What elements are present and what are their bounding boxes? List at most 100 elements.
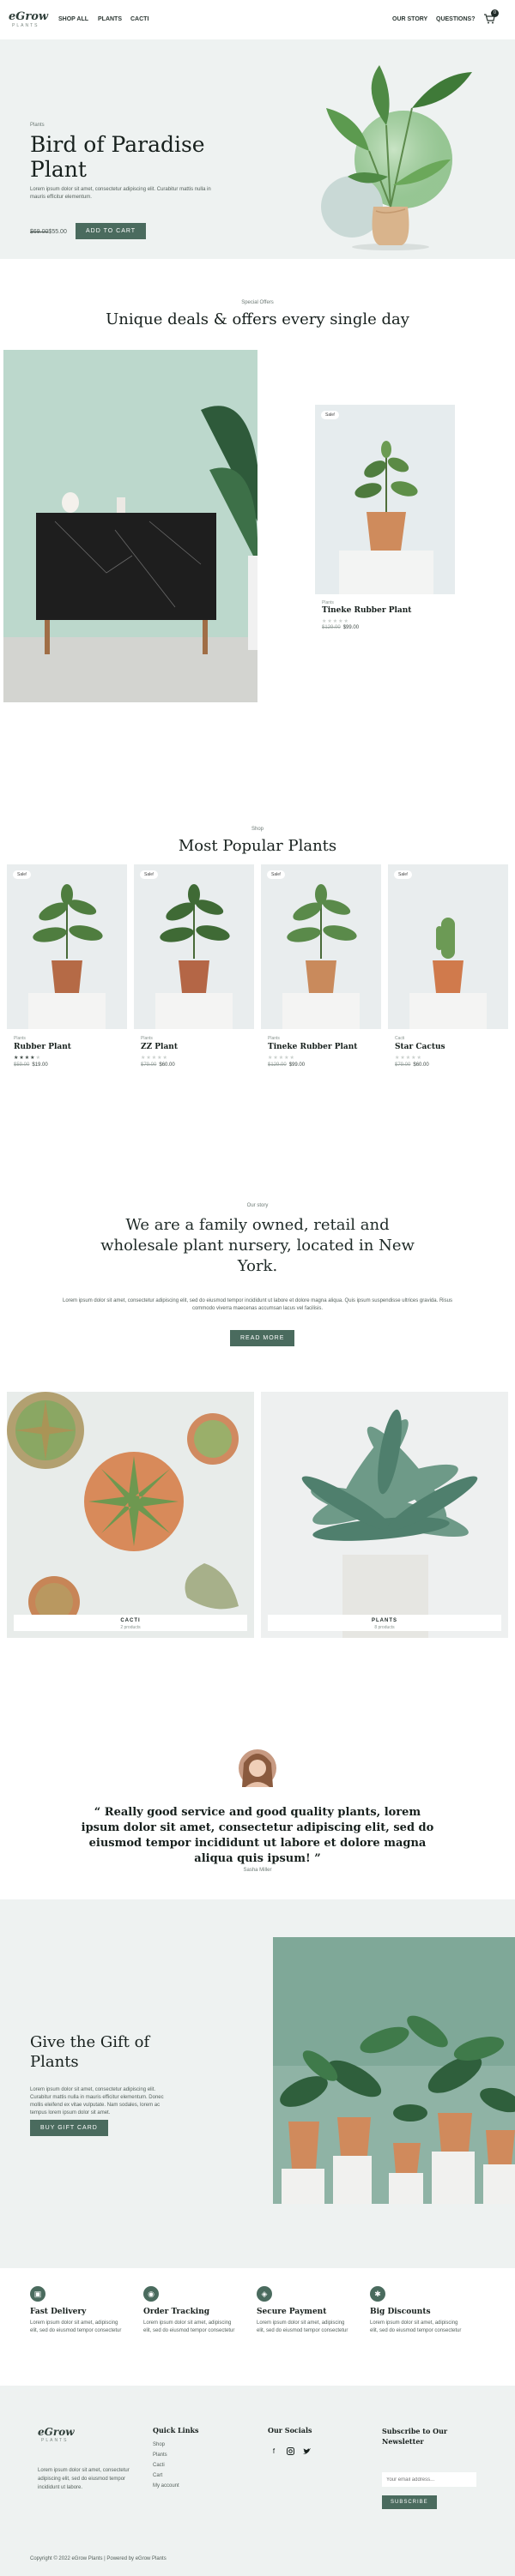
product-rating: ★★★★★ [14, 1056, 41, 1061]
testimonial-quote: “ Really good service and good quality p… [81, 1806, 434, 1865]
feature-title: Big Discounts [370, 2308, 431, 2316]
footer-link-cacti[interactable]: Cacti [153, 2463, 165, 2468]
deal-product-card[interactable]: Sale! [315, 405, 455, 594]
about-section: Our story We are a family owned, retail … [0, 1126, 515, 1392]
nav-cacti[interactable]: CACTI [130, 16, 148, 22]
hero-plant-image [321, 65, 472, 250]
deal-product-price: $129.00 $99.00 [322, 625, 360, 630]
feature-description: Lorem ipsum dolor sit amet, adipiscing e… [143, 2320, 235, 2333]
footer-logo[interactable]: eGrow [38, 2426, 75, 2438]
cacti-image [7, 1392, 239, 1628]
product-image [28, 884, 106, 1029]
buy-gift-card-button[interactable]: BUY GIFT CARD [30, 2120, 108, 2136]
lock-icon: ◈ [257, 2286, 272, 2302]
category-plants-label[interactable]: PLANTS 8 products [268, 1615, 501, 1631]
subscribe-button[interactable]: SUBSCRIBE [382, 2495, 437, 2509]
footer-link-my-account[interactable]: My account [153, 2483, 179, 2489]
category-plants-card[interactable] [261, 1392, 508, 1638]
feature-title: Order Tracking [143, 2308, 210, 2316]
nav-questions[interactable]: QUESTIONS? [436, 16, 476, 22]
deal-product-rating: ★★★★★ [322, 619, 349, 624]
deal-product-image [339, 441, 433, 594]
product-image [155, 884, 233, 1029]
deals-kicker: Special Offers [241, 300, 274, 305]
hero-section: Plants Bird of Paradise Plant Lorem ipsu… [0, 39, 515, 259]
read-more-button[interactable]: READ MORE [230, 1330, 295, 1346]
hero-current-price: $55.00 [48, 229, 67, 235]
product-name[interactable]: Rubber Plant [14, 1043, 71, 1051]
nav-plants[interactable]: PLANTS [98, 16, 122, 22]
deals-title: Unique deals & offers every single day [106, 310, 409, 328]
category-cacti-card[interactable] [7, 1392, 254, 1638]
product-name[interactable]: Tineke Rubber Plant [268, 1043, 357, 1051]
product-price: $129.00 $99.00 [268, 1062, 306, 1068]
site-footer: eGrow PLANTS Lorem ipsum dolor sit amet,… [0, 2386, 515, 2576]
footer-link-shop[interactable]: Shop [153, 2442, 165, 2447]
gift-description: Lorem ipsum dolor sit amet, consectetur … [30, 2087, 164, 2116]
popular-product-card[interactable]: Sale! [134, 864, 254, 1029]
product-rating: ★★★★★ [395, 1056, 422, 1061]
product-rating: ★★★★★ [268, 1056, 295, 1061]
category-cacti-count: 2 products [120, 1625, 141, 1630]
socials-title: Our Socials [268, 2426, 312, 2435]
nav-shop-all[interactable]: SHOP ALL [58, 16, 88, 22]
categories-section: CACTI 2 products PLANTS 8 products [0, 1392, 515, 1694]
feature-title: Secure Payment [257, 2308, 327, 2316]
feature-description: Lorem ipsum dolor sit amet, adipiscing e… [30, 2320, 122, 2333]
twitter-icon[interactable] [300, 2446, 312, 2458]
popular-product-card[interactable]: Sale! [261, 864, 381, 1029]
deal-product-category: Plants [322, 600, 334, 605]
about-title: We are a family owned, retail and wholes… [100, 1216, 415, 1275]
popular-kicker: Shop [251, 827, 264, 832]
tag-icon: ✱ [370, 2286, 385, 2302]
product-name[interactable]: Star Cactus [395, 1043, 445, 1051]
hero-title: Bird of Paradise Plant [30, 132, 205, 182]
product-price: $59.00 $19.00 [14, 1062, 48, 1068]
product-name[interactable]: ZZ Plant [141, 1043, 178, 1051]
testimonial-author: Sasha Miller [243, 1868, 272, 1873]
facebook-icon[interactable]: f [268, 2446, 280, 2458]
hero-kicker: Plants [30, 123, 45, 128]
footer-link-plants[interactable]: Plants [153, 2453, 167, 2458]
category-cacti-label[interactable]: CACTI 2 products [14, 1615, 247, 1631]
add-to-cart-button[interactable]: ADD TO CART [76, 223, 147, 239]
product-category: Cacti [395, 1036, 405, 1041]
sale-badge: Sale! [13, 870, 32, 879]
sale-badge: Sale! [140, 870, 159, 879]
box-icon: ▣ [30, 2286, 45, 2302]
sale-badge: Sale! [267, 870, 286, 879]
gift-card-section: Give the Gift of Plants Lorem ipsum dolo… [0, 1899, 515, 2268]
product-category: Plants [14, 1036, 26, 1041]
product-image [409, 918, 487, 1029]
about-description: Lorem ipsum dolor sit amet, consectetur … [63, 1298, 452, 1311]
footer-link-cart[interactable]: Cart [153, 2473, 162, 2478]
gift-title: Give the Gift of Plants [30, 2033, 150, 2071]
sale-badge: Sale! [394, 870, 413, 879]
popular-product-card[interactable]: Sale! [388, 864, 508, 1029]
hero-old-price: $69.00 [30, 229, 49, 235]
footer-logo-sub: PLANTS [41, 2438, 69, 2443]
instagram-icon[interactable] [284, 2446, 296, 2458]
copyright: Copyright © 2022 eGrow Plants | Powered … [30, 2556, 167, 2561]
hero-price: $69.00$55.00 [30, 229, 67, 235]
popular-section: Shop Most Popular Plants Sale! Plants Rub… [0, 822, 515, 1126]
deal-product-name[interactable]: Tineke Rubber Plant [322, 606, 411, 615]
category-plants-name: PLANTS [372, 1618, 397, 1623]
site-logo[interactable]: eGrow [9, 10, 48, 23]
features-section: ▣ Fast Delivery Lorem ipsum dolor sit amet… [0, 2268, 515, 2386]
popular-product-card[interactable]: Sale! [7, 864, 127, 1029]
category-cacti-name: CACTI [120, 1618, 141, 1623]
newsletter-title: Subscribe to Our Newsletter [382, 2427, 448, 2446]
product-category: Plants [268, 1036, 280, 1041]
product-image [282, 884, 360, 1029]
footer-about: Lorem ipsum dolor sit amet, consectetur … [38, 2468, 130, 2490]
deals-cabinet-image [3, 350, 258, 702]
testimonial-section: “ Really good service and good quality p… [0, 1694, 515, 1899]
plants-image [301, 1409, 478, 1638]
feature-description: Lorem ipsum dolor sit amet, adipiscing e… [257, 2320, 348, 2333]
newsletter-email-input[interactable] [382, 2472, 476, 2487]
testimonial-avatar [239, 1749, 276, 1787]
sale-badge: Sale! [321, 411, 340, 419]
nav-our-story[interactable]: OUR STORY [392, 16, 427, 22]
quick-links-title: Quick Links [153, 2426, 199, 2435]
